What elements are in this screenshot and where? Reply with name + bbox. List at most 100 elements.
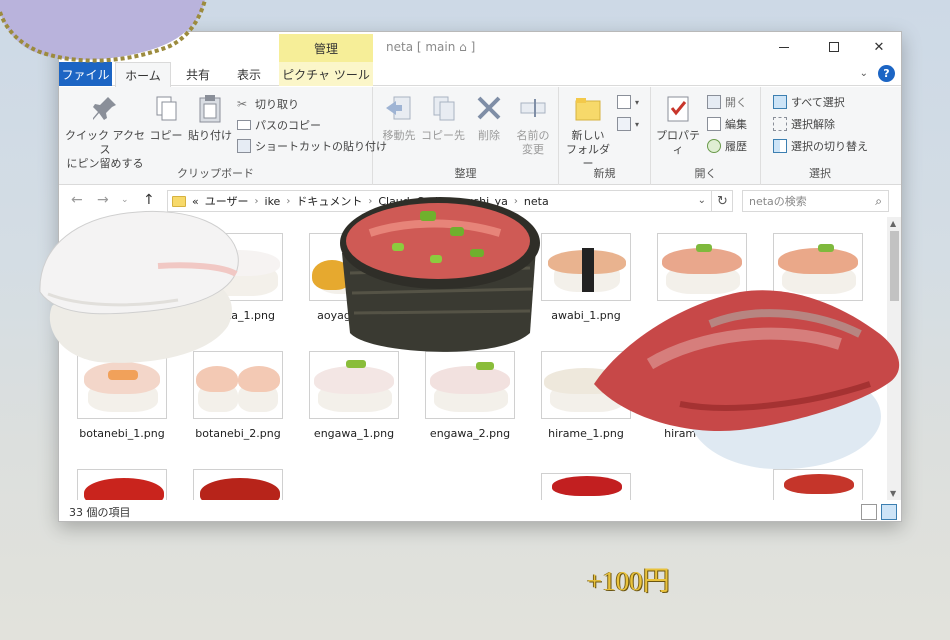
scroll-down-icon[interactable]: ▼ <box>890 489 896 498</box>
cut-button[interactable]: ✂ 切り取り <box>237 95 299 113</box>
ribbon-expand-icon[interactable]: ⌄ <box>860 68 868 79</box>
copy-path-icon <box>237 120 251 130</box>
copy-button[interactable]: コピー <box>147 93 185 143</box>
scroll-up-icon[interactable]: ▲ <box>890 219 896 228</box>
rename-icon <box>520 99 546 117</box>
list-item[interactable]: botanebi_1.png <box>67 351 177 463</box>
open-group: プロパティ 開く 編集 履歴 開く <box>651 87 761 185</box>
edit-label: 編集 <box>725 118 747 131</box>
clipboard-group-label: クリップボード <box>177 167 254 180</box>
open-icon <box>707 95 721 109</box>
list-item[interactable]: botanebi_2.png <box>183 351 293 463</box>
address-dropdown-icon[interactable]: ⌄ <box>698 195 706 206</box>
easy-access-button[interactable]: ▾ <box>617 115 639 133</box>
copy-to-icon <box>433 96 455 121</box>
window-title: neta [ main ⌂ ] <box>386 40 476 54</box>
new-item-dropdown-icon: ▾ <box>635 97 640 107</box>
refresh-icon[interactable]: ↻ <box>711 190 733 212</box>
new-group: 新しい フォルダー ▾ ▾ 新規 <box>559 87 651 185</box>
new-item-button[interactable]: ▾ <box>617 93 639 111</box>
tab-view[interactable]: 表示 <box>227 62 271 86</box>
crumb-ike[interactable]: ike <box>265 195 281 208</box>
manage-context-tab-header[interactable]: 管理 <box>279 34 373 62</box>
move-to-button[interactable]: 移動先 <box>377 93 421 143</box>
select-all-icon <box>773 95 787 109</box>
pin-label-1: クイック アクセス <box>65 129 145 156</box>
properties-button[interactable]: プロパティ <box>653 93 703 157</box>
new-folder-label-1: 新しい <box>571 129 605 142</box>
copy-to-button[interactable]: コピー先 <box>421 93 465 143</box>
copy-path-label: パスのコピー <box>255 119 321 132</box>
open-group-label: 開く <box>694 167 717 180</box>
close-button[interactable]: ✕ <box>859 36 899 58</box>
select-group: すべて選択 選択解除 選択の切り替え 選択 <box>761 87 879 185</box>
crumb-separator-icon[interactable]: › <box>286 196 290 207</box>
large-icons-view-icon[interactable] <box>881 504 897 520</box>
list-item[interactable] <box>183 469 293 500</box>
maximize-button[interactable] <box>814 36 854 58</box>
item-count: 33 個の項目 <box>69 506 131 519</box>
select-group-label: 選択 <box>809 167 831 180</box>
new-item-icon <box>617 95 631 109</box>
pin-quick-access-button[interactable]: クイック アクセス にピン留めする <box>65 93 145 171</box>
file-name: botanebi_2.png <box>195 427 281 440</box>
history-label: 履歴 <box>725 140 747 153</box>
search-input[interactable]: netaの検索 ⌕ <box>742 190 889 212</box>
scissors-icon: ✂ <box>237 97 248 111</box>
negitoro-gunkan-sprite <box>340 197 540 352</box>
edit-icon <box>707 117 721 131</box>
paste-shortcut-icon <box>237 139 251 153</box>
rename-label-1: 名前の <box>516 129 550 142</box>
list-item[interactable] <box>67 469 177 500</box>
move-to-label: 移動先 <box>382 129 416 142</box>
close-icon: ✕ <box>873 39 885 55</box>
tab-picture-tools[interactable]: ピクチャ ツール <box>279 62 373 86</box>
select-all-button[interactable]: すべて選択 <box>773 93 845 111</box>
purple-blob-sprite <box>0 0 207 63</box>
list-item[interactable]: engawa_2.png <box>415 351 525 463</box>
maximize-icon <box>829 42 839 52</box>
search-placeholder: netaの検索 <box>749 195 807 208</box>
paste-icon <box>199 95 221 123</box>
copy-path-button[interactable]: パスのコピー <box>237 116 321 134</box>
rename-label-2: 変更 <box>522 143 544 156</box>
delete-label: 削除 <box>478 129 500 142</box>
list-item[interactable] <box>531 473 641 500</box>
select-none-label: 選択解除 <box>791 118 835 131</box>
recent-locations-icon[interactable]: ⌄ <box>121 195 129 205</box>
easy-access-dropdown-icon: ▾ <box>635 119 640 129</box>
move-to-icon <box>386 96 411 120</box>
crumb-separator-icon[interactable]: › <box>255 196 259 207</box>
file-name: engawa_2.png <box>429 427 511 440</box>
invert-selection-label: 選択の切り替え <box>791 140 868 153</box>
copy-to-label: コピー先 <box>421 129 465 142</box>
details-view-icon[interactable] <box>861 504 877 520</box>
help-icon[interactable]: ? <box>878 65 895 82</box>
minimize-button[interactable] <box>764 36 804 58</box>
new-folder-button[interactable]: 新しい フォルダー <box>563 93 613 171</box>
list-item[interactable]: engawa_1.png <box>299 351 409 463</box>
thumbnail <box>193 469 283 500</box>
open-button[interactable]: 開く <box>707 93 747 111</box>
edit-button[interactable]: 編集 <box>707 115 747 133</box>
file-name: botanebi_1.png <box>79 427 165 440</box>
paste-shortcut-button[interactable]: ショートカットの貼り付け <box>237 137 387 155</box>
maguro-sushi-sprite <box>594 290 900 470</box>
properties-icon <box>667 96 689 122</box>
select-none-button[interactable]: 選択解除 <box>773 115 835 133</box>
paste-shortcut-label: ショートカットの貼り付け <box>255 140 387 153</box>
status-bar: 33 個の項目 <box>59 502 901 521</box>
minimize-icon <box>779 46 789 48</box>
history-icon <box>707 139 721 153</box>
history-button[interactable]: 履歴 <box>707 137 747 155</box>
ika-sushi-sprite <box>39 210 239 363</box>
invert-selection-button[interactable]: 選択の切り替え <box>773 137 868 155</box>
properties-label: プロパティ <box>656 129 700 156</box>
paste-label: 貼り付け <box>188 129 232 142</box>
delete-button[interactable]: 削除 <box>469 93 509 143</box>
rename-button[interactable]: 名前の 変更 <box>513 93 553 157</box>
select-all-label: すべて選択 <box>791 96 845 109</box>
open-label: 開く <box>725 96 747 109</box>
paste-button[interactable]: 貼り付け <box>187 93 233 143</box>
price-popup: +100円 <box>587 566 670 596</box>
